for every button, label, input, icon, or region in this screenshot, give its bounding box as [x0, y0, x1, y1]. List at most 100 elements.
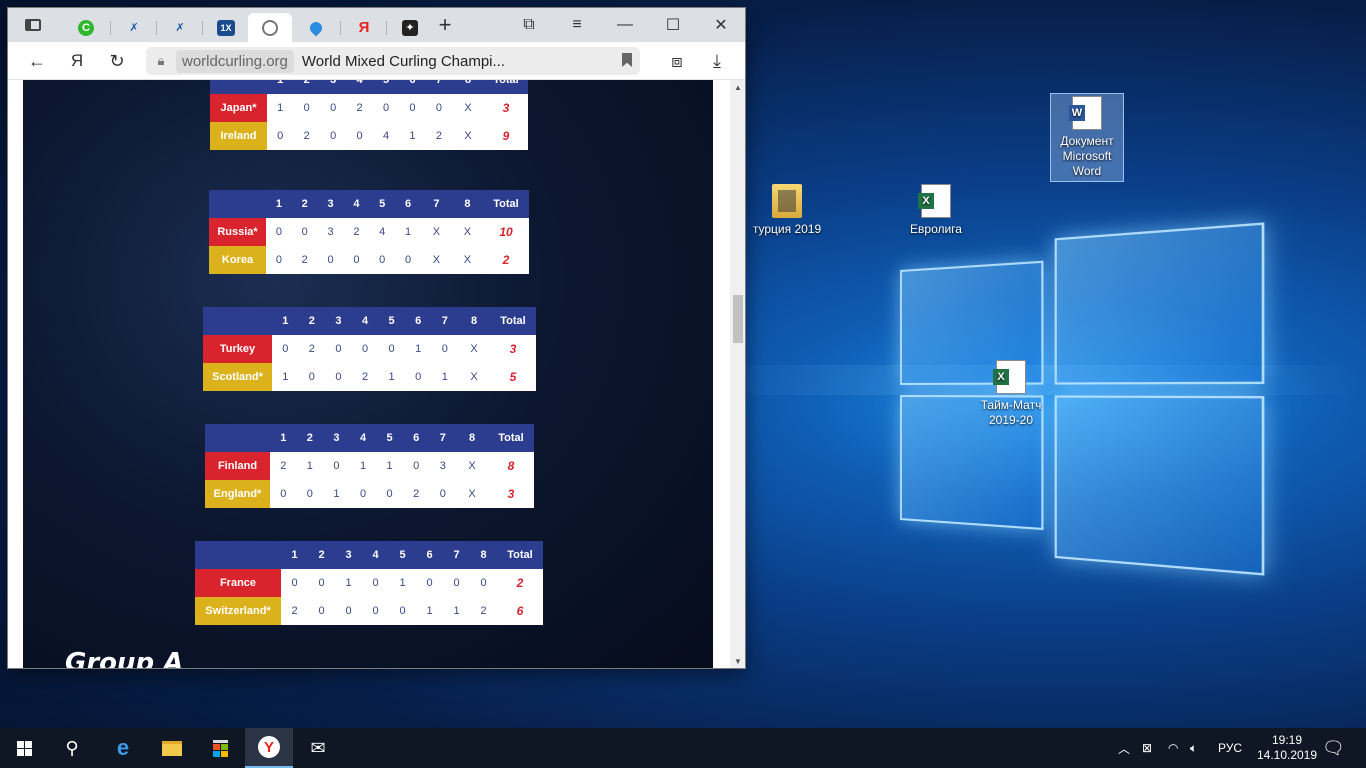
desktop-icon-label: Тайм-Матч 2019-20	[973, 398, 1049, 428]
tab-5[interactable]	[248, 13, 292, 42]
drop-icon	[308, 19, 325, 36]
desktop-icon-euroleague[interactable]: X Евролига	[898, 184, 974, 237]
scroll-down-icon[interactable]: ▼	[730, 654, 746, 669]
tray-network-disconnected[interactable]: ⊠	[1142, 728, 1152, 768]
bookmarks-icon: ⧉	[523, 16, 534, 34]
team-name: Japan*	[210, 94, 267, 122]
team-name: Scotland*	[203, 363, 272, 391]
score-table-2: 1234 5678 Total Russia* 0032 41XX 10 Kor…	[209, 190, 529, 274]
page-title: World Mixed Curling Champi...	[302, 53, 505, 70]
windows-start-icon	[17, 741, 32, 756]
translate-icon: ⧈	[671, 51, 682, 72]
address-bar[interactable]: 🔒︎ worldcurling.org World Mixed Curling …	[146, 47, 640, 75]
folder-icon	[772, 184, 802, 218]
maximize-button[interactable]: ☐	[650, 8, 696, 42]
excel-file-icon: X	[996, 360, 1026, 394]
downloads-button[interactable]: ⤓	[702, 46, 732, 76]
chat-icon: C	[78, 20, 94, 36]
store-icon	[213, 740, 228, 757]
desktop-icon-label: Евролига	[898, 222, 974, 237]
table-row: Finland 2101 103X 8	[205, 452, 534, 480]
bookmark-icon[interactable]	[622, 53, 632, 67]
taskbar-edge[interactable]: e	[99, 728, 147, 768]
tray-volume[interactable]: 🔈︎	[1190, 728, 1197, 768]
desktop-icon-word-document[interactable]: W Документ Microsoft Word	[1050, 93, 1124, 182]
reload-icon: ↻	[109, 51, 124, 72]
speaker-icon: 🔈︎	[1190, 741, 1197, 756]
tab-3[interactable]: ✗	[158, 13, 202, 42]
menu-button[interactable]: ≡	[554, 8, 600, 42]
team-name: Finland	[205, 452, 270, 480]
1xbet-icon: 1X	[217, 20, 235, 36]
plus-icon: +	[439, 12, 452, 38]
url-domain: worldcurling.org	[176, 50, 294, 73]
start-button[interactable]	[0, 728, 48, 768]
edge-icon: e	[117, 735, 129, 761]
tab-6[interactable]	[294, 13, 338, 42]
score-table-1: 1234 5678 Total Japan* 1002 000X 3 Irela…	[210, 80, 528, 150]
table-row: Turkey 0200 010X 3	[203, 335, 536, 363]
tab-1[interactable]: C	[64, 13, 108, 42]
desktop-icon-turkey-folder[interactable]: турция 2019	[749, 184, 825, 237]
worldcurling-icon	[262, 20, 278, 36]
search-button[interactable]: ⚲	[48, 728, 96, 768]
show-hidden-icons[interactable]: ︿	[1118, 728, 1130, 768]
page-viewport: 1234 5678 Total Japan* 1002 000X 3 Irela…	[8, 80, 730, 669]
new-tab-button[interactable]: +	[422, 8, 468, 42]
reload-button[interactable]: ↻	[102, 46, 132, 76]
translate-button[interactable]: ⧈	[662, 46, 692, 76]
tab-2[interactable]: ✗	[112, 13, 156, 42]
tab-bar: C ✗ ✗ 1X Я ✦ + ⧉ ≡ — ☐ ✕	[8, 8, 745, 42]
tab-7[interactable]: Я	[342, 13, 386, 42]
taskbar-mail[interactable]: ✉	[294, 728, 342, 768]
table-row: Japan* 1002 000X 3	[210, 94, 528, 122]
wifi-icon: ◠	[1168, 741, 1178, 755]
scroll-up-icon[interactable]: ▲	[730, 80, 746, 96]
search-icon: ⚲	[65, 738, 78, 759]
bookmarks-button[interactable]: ⧉	[506, 8, 552, 42]
page-scrollbar[interactable]: ▲ ▼	[730, 80, 746, 669]
action-center-button[interactable]: 🗨︎	[1322, 728, 1345, 768]
team-name: Turkey	[203, 335, 272, 363]
table-row: Russia* 0032 41XX 10	[209, 218, 529, 246]
pc-icon: ⊠	[1142, 741, 1152, 755]
tray-language[interactable]: РУС	[1218, 728, 1242, 768]
back-button[interactable]: ←	[22, 46, 52, 76]
total-score: 10	[483, 218, 529, 246]
navigation-bar: ← Я ↻ 🔒︎ worldcurling.org World Mixed Cu…	[8, 42, 745, 80]
page-content: 1234 5678 Total Japan* 1002 000X 3 Irela…	[23, 80, 713, 669]
team-name: Switzerland*	[195, 597, 281, 625]
taskbar-file-explorer[interactable]	[148, 728, 196, 768]
plus-square-icon: ✦	[402, 20, 418, 36]
hamburger-icon: ≡	[572, 16, 581, 34]
yandex-home-button[interactable]: Я	[62, 46, 92, 76]
athlete-icon: ✗	[172, 20, 188, 36]
close-button[interactable]: ✕	[698, 8, 744, 42]
mail-icon: ✉	[310, 738, 325, 759]
clock-date: 14.10.2019	[1257, 748, 1317, 763]
table-row: France 0010 1000 2	[195, 569, 543, 597]
desktop-icon-time-match[interactable]: X Тайм-Матч 2019-20	[973, 360, 1049, 428]
back-arrow-icon: ←	[28, 51, 46, 72]
minimize-icon: —	[617, 16, 633, 34]
team-name: Ireland	[210, 122, 267, 150]
sidebar-toggle-button[interactable]	[10, 8, 56, 42]
folder-icon	[162, 741, 182, 756]
taskbar-store[interactable]	[196, 728, 244, 768]
tray-wifi[interactable]: ◠	[1168, 728, 1178, 768]
taskbar-yandex-browser[interactable]: Y	[245, 728, 293, 768]
download-icon: ⤓	[713, 51, 721, 72]
total-score: 5	[490, 363, 536, 391]
section-heading: Group A	[65, 648, 183, 669]
team-name: France	[195, 569, 281, 597]
tray-clock[interactable]: 19:19 14.10.2019	[1256, 728, 1318, 768]
windows-logo	[900, 198, 1264, 581]
taskbar: ⚲ e Y ✉ ︿ ⊠ ◠ 🔈︎ РУС 19:19 14.10.2019 🗨︎	[0, 728, 1366, 768]
scrollbar-thumb[interactable]	[733, 295, 743, 343]
table-row: Scotland* 1002 101X 5	[203, 363, 536, 391]
table-row: Korea 0200 00XX 2	[209, 246, 529, 274]
tab-4[interactable]: 1X	[204, 13, 248, 42]
table-row: Ireland 0200 412X 9	[210, 122, 528, 150]
minimize-button[interactable]: —	[602, 8, 648, 42]
score-table-5: 1234 5678 Total France 0010 1000 2 Switz…	[195, 541, 543, 625]
